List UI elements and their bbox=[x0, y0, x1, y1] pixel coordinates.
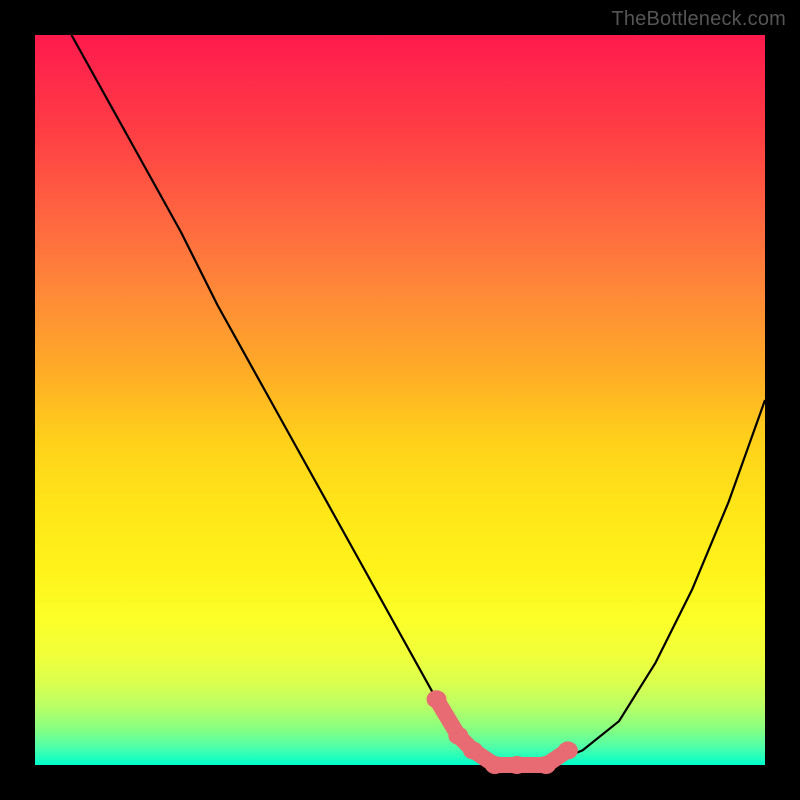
watermark-text: TheBottleneck.com bbox=[611, 8, 786, 31]
bottleneck-curve bbox=[72, 35, 766, 765]
highlight-marker bbox=[448, 727, 468, 745]
chart-svg bbox=[35, 35, 765, 765]
highlight-marker bbox=[485, 756, 505, 774]
highlight-marker bbox=[558, 741, 578, 759]
highlight-marker bbox=[536, 756, 556, 774]
chart-plot-area bbox=[35, 35, 765, 765]
highlight-marker bbox=[463, 741, 483, 759]
highlight-marker bbox=[427, 690, 447, 708]
highlight-marker bbox=[507, 756, 527, 774]
